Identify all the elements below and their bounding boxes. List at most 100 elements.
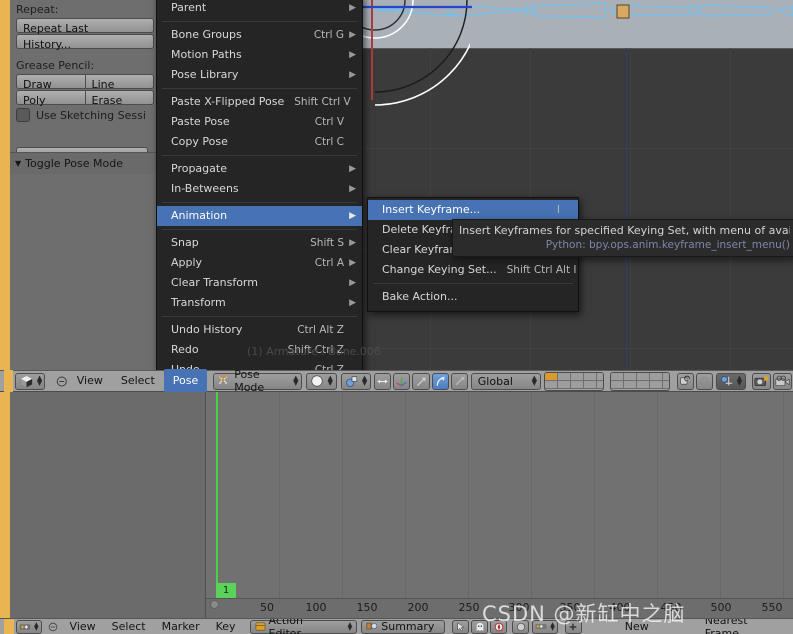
- dopesheet-channel-region[interactable]: [0, 392, 206, 618]
- filter-ghost-button[interactable]: [471, 619, 489, 634]
- header-grip-icon[interactable]: [4, 370, 13, 392]
- layer-button[interactable]: [571, 380, 585, 389]
- gp-erase-button[interactable]: Erase: [84, 90, 154, 107]
- menu-item-in-betweens[interactable]: In-Betweens ▶: [157, 179, 362, 199]
- dopesheet-menu-select[interactable]: Select: [104, 620, 154, 633]
- horizontal-scrollbar[interactable]: [210, 600, 790, 609]
- render-animation-button[interactable]: [773, 372, 792, 390]
- mode-selector[interactable]: Pose Mode ▲ ▼: [213, 368, 303, 394]
- layer-button[interactable]: [623, 372, 637, 381]
- scale-mode-button[interactable]: [450, 372, 468, 390]
- editor-type-selector[interactable]: ▲ ▼: [14, 372, 46, 390]
- proportional-edit-selector[interactable]: ▲ ▼: [715, 372, 747, 390]
- dopesheet-menu-marker[interactable]: Marker: [154, 620, 208, 633]
- pivot-spinner-icon[interactable]: ▲ ▼: [362, 375, 367, 387]
- new-action-icon-button[interactable]: [564, 619, 582, 634]
- dopesheet-keyframe-region[interactable]: [206, 392, 793, 618]
- menu-item-apply[interactable]: Apply Ctrl A ▶: [157, 253, 362, 273]
- translate-mode-button[interactable]: [412, 372, 430, 390]
- menu-item-insert-keyframe[interactable]: Insert Keyframe... I: [368, 200, 578, 220]
- transform-orientation-selector[interactable]: Global ▲ ▼: [470, 372, 542, 390]
- menu-item-propagate[interactable]: Propagate ▶: [157, 159, 362, 179]
- dopesheet-menu-view[interactable]: View: [62, 620, 104, 633]
- menu-item-snap[interactable]: Snap Shift S ▶: [157, 233, 362, 253]
- menu-item-animation[interactable]: Animation ▶: [157, 206, 362, 226]
- header-grip-icon[interactable]: [4, 619, 14, 634]
- layer-button[interactable]: [636, 372, 650, 381]
- layer-button[interactable]: [662, 380, 669, 389]
- menu-item-motion-paths[interactable]: Motion Paths ▶: [157, 45, 362, 65]
- filter-cursor-button[interactable]: [452, 619, 470, 634]
- layer-buttons-group-2[interactable]: [609, 371, 670, 391]
- menu-item-bake-action[interactable]: Bake Action...: [368, 287, 578, 307]
- bottom-editor-spinner-icon[interactable]: ▲ ▼: [34, 621, 39, 631]
- layer-button[interactable]: [649, 372, 663, 381]
- layer-button[interactable]: [558, 372, 572, 381]
- render-image-button[interactable]: [752, 372, 772, 390]
- toggle-pose-mode-operator-panel[interactable]: ▼ Toggle Pose Mode: [10, 152, 160, 174]
- layer-button[interactable]: [636, 380, 650, 389]
- collapse-icon[interactable]: [48, 622, 58, 632]
- layer-button[interactable]: [571, 372, 585, 381]
- pivot-point-selector[interactable]: ▲ ▼: [340, 372, 372, 390]
- layer-button[interactable]: [662, 372, 669, 381]
- dopesheet-mode-spinner-icon[interactable]: ▲ ▼: [348, 621, 353, 631]
- chevron-down-icon[interactable]: ▼: [15, 159, 21, 168]
- layer-button[interactable]: [558, 380, 572, 389]
- gp-draw-button[interactable]: Draw: [16, 74, 85, 91]
- layer-button[interactable]: [649, 380, 663, 389]
- playhead-line[interactable]: [216, 392, 218, 592]
- snap-mode-label[interactable]: Nearest Frame: [657, 619, 793, 634]
- filter-spinner-icon[interactable]: ▲ ▼: [550, 621, 555, 631]
- use-sketching-sessions-checkbox[interactable]: Use Sketching Sessi: [16, 108, 154, 122]
- layer-button[interactable]: [584, 372, 598, 381]
- menu-item-undo-history[interactable]: Undo History Ctrl Alt Z: [157, 320, 362, 340]
- menu-item-parent[interactable]: Parent ▶: [157, 0, 362, 18]
- viewport-menu-select[interactable]: Select: [112, 370, 164, 392]
- shading-spinner-icon[interactable]: ▲ ▼: [327, 375, 332, 387]
- layer-buttons-group-1[interactable]: [544, 371, 604, 391]
- viewport-header[interactable]: ▲ ▼ View Select Pose Pose Mode ▲ ▼ ▲ ▼ ▲ ▼: [0, 368, 793, 394]
- repeat-last-button[interactable]: Repeat Last: [16, 18, 154, 35]
- lock-object-modes-button[interactable]: [676, 372, 694, 390]
- history-button[interactable]: History...: [16, 34, 154, 51]
- dopesheet-filter-selector[interactable]: ▲ ▼: [532, 619, 558, 634]
- layer-button[interactable]: [623, 380, 637, 389]
- current-frame-badge[interactable]: 1: [216, 583, 236, 598]
- pose-menu-popup[interactable]: Parent ▶ Bone Groups Ctrl G ▶ Motion Paths ▶ Po…: [156, 0, 363, 385]
- menu-item-clear-transform[interactable]: Clear Transform ▶: [157, 273, 362, 293]
- layer-button[interactable]: [597, 380, 603, 389]
- scrollbar-knob[interactable]: [210, 600, 219, 609]
- gp-poly-button[interactable]: Poly: [16, 90, 85, 107]
- proportional-spinner-icon[interactable]: ▲ ▼: [737, 375, 742, 387]
- layer-button[interactable]: [610, 372, 624, 381]
- manipulator-toggle-button[interactable]: [374, 372, 392, 390]
- rotate-mode-button[interactable]: [431, 372, 449, 390]
- viewport-menu-view[interactable]: View: [68, 370, 112, 392]
- editor-type-spinner-icon[interactable]: ▲ ▼: [37, 375, 42, 387]
- menu-item-paste-x-flipped-pose[interactable]: Paste X-Flipped Pose Shift Ctrl V: [157, 92, 362, 112]
- bottom-editor-type-selector[interactable]: ▲ ▼: [15, 619, 42, 634]
- menu-item-copy-pose[interactable]: Copy Pose Ctrl C: [157, 132, 362, 152]
- shading-selector[interactable]: ▲ ▼: [306, 372, 337, 390]
- dopesheet-menu-key[interactable]: Key: [208, 620, 244, 633]
- layer-button[interactable]: [584, 380, 598, 389]
- menu-item-change-keying-set[interactable]: Change Keying Set... Shift Ctrl Alt I: [368, 260, 578, 280]
- dopesheet-header[interactable]: ▲ ▼ View Select Marker Key Action Editor …: [0, 618, 793, 634]
- action-selector[interactable]: Summary: [361, 619, 446, 634]
- viewport-menu-pose[interactable]: Pose: [163, 369, 208, 393]
- layer-button[interactable]: [597, 372, 603, 381]
- filter-sphere-button[interactable]: [512, 619, 530, 634]
- menu-item-bone-groups[interactable]: Bone Groups Ctrl G ▶: [157, 25, 362, 45]
- layer-button[interactable]: [545, 380, 559, 389]
- menu-item-paste-pose[interactable]: Paste Pose Ctrl V: [157, 112, 362, 132]
- gp-line-button[interactable]: Line: [84, 74, 154, 91]
- collapse-icon[interactable]: [56, 375, 68, 388]
- menu-item-pose-library[interactable]: Pose Library ▶: [157, 65, 362, 85]
- filter-armature-button[interactable]: [490, 619, 508, 634]
- new-action-button[interactable]: New: [583, 620, 657, 633]
- layer-button[interactable]: [545, 372, 559, 381]
- dopesheet-mode-selector[interactable]: Action Editor ▲ ▼: [249, 619, 358, 634]
- snap-toggle-button[interactable]: [695, 372, 713, 390]
- translate-manipulator-button[interactable]: [393, 372, 411, 390]
